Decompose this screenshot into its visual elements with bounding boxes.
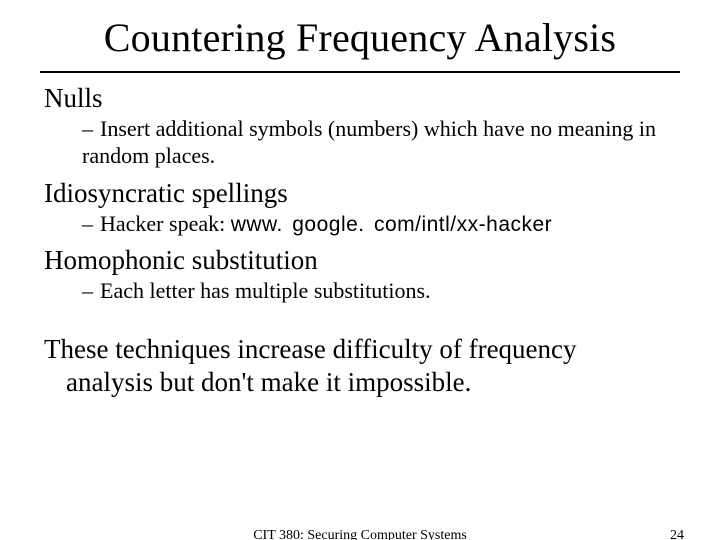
topic-idio-heading: Idiosyncratic spellings bbox=[44, 178, 676, 209]
footer-page-number: 24 bbox=[670, 528, 684, 540]
topic-nulls-sub: –Insert additional symbols (numbers) whi… bbox=[82, 116, 676, 170]
slide-title: Countering Frequency Analysis bbox=[0, 0, 720, 67]
bullet-dash-icon: – bbox=[82, 116, 100, 143]
topic-idio-sub: –Hacker speak: www. google. com/intl/xx-… bbox=[82, 211, 676, 238]
bullet-dash-icon: – bbox=[82, 278, 100, 305]
summary-line1: These techniques increase difficulty of … bbox=[44, 333, 676, 366]
topic-idio-sub-link: www. google. com/intl/xx-hacker bbox=[231, 213, 552, 236]
topic-homo-heading: Homophonic substitution bbox=[44, 245, 676, 276]
topic-idio-sub-prefix: Hacker speak: bbox=[100, 211, 231, 236]
topic-homo-sub: –Each letter has multiple substitutions. bbox=[82, 278, 676, 305]
bullet-dash-icon: – bbox=[82, 211, 100, 238]
footer-course: CIT 380: Securing Computer Systems bbox=[0, 528, 720, 540]
slide: Countering Frequency Analysis Nulls –Ins… bbox=[0, 0, 720, 540]
slide-body: Nulls –Insert additional symbols (number… bbox=[0, 83, 720, 399]
summary: These techniques increase difficulty of … bbox=[44, 333, 676, 399]
topic-nulls-sub-text: Insert additional symbols (numbers) whic… bbox=[82, 116, 656, 168]
topic-nulls-heading: Nulls bbox=[44, 83, 676, 114]
topic-homo-sub-text: Each letter has multiple substitutions. bbox=[100, 278, 431, 303]
title-rule bbox=[40, 71, 680, 73]
summary-line2: analysis but don't make it impossible. bbox=[44, 366, 676, 399]
